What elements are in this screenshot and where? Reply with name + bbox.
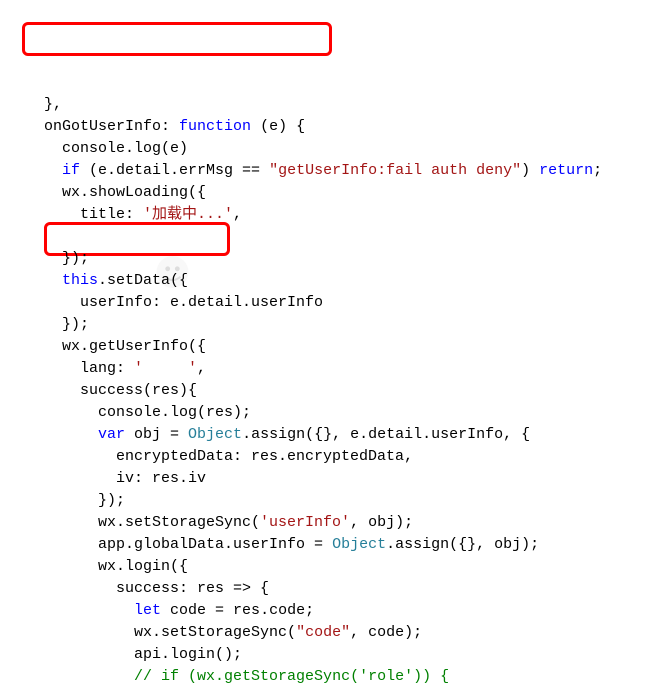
code-line: userInfo: e.detail.userInfo — [26, 292, 653, 314]
code-token: api.login(); — [134, 646, 242, 663]
code-token: wx.setStorageSync( — [98, 514, 260, 531]
code-line: // if (wx.getStorageSync('role')) { — [26, 666, 653, 688]
code-line: console.log(e) — [26, 138, 653, 160]
code-token: }); — [98, 492, 125, 509]
code-line: let code = res.code; — [26, 600, 653, 622]
code-editor: }, onGotUserInfo: function (e) { console… — [0, 0, 653, 688]
code-token: , — [197, 360, 206, 377]
code-token: Object — [188, 426, 242, 443]
code-token: (e) { — [251, 118, 305, 135]
code-token: userInfo: e.detail.userInfo — [80, 294, 323, 311]
code-line: title: '加载中...', — [26, 204, 653, 226]
code-token: .setData({ — [98, 272, 188, 289]
code-token: , code); — [350, 624, 422, 641]
code-line: wx.setStorageSync('userInfo', obj); — [26, 512, 653, 534]
code-line: }, — [26, 94, 653, 116]
code-token: '加载中...' — [143, 206, 233, 223]
code-token: .assign({}, obj); — [386, 536, 539, 553]
code-token: let — [134, 602, 161, 619]
highlight-box-1 — [22, 22, 332, 56]
code-token: encryptedData: res.encryptedData, — [116, 448, 413, 465]
code-token: return — [539, 162, 593, 179]
code-token: Object — [332, 536, 386, 553]
code-token: app.globalData.userInfo = — [98, 536, 332, 553]
code-token: console.log(e) — [62, 140, 188, 157]
code-line: iv: res.iv — [26, 468, 653, 490]
code-token: "code" — [296, 624, 350, 641]
code-line: }); — [26, 248, 653, 270]
code-line: this.setData({ — [26, 270, 653, 292]
code-line: onGotUserInfo: function (e) { — [26, 116, 653, 138]
code-token: var — [98, 426, 125, 443]
code-token: success(res){ — [80, 382, 197, 399]
code-token: , — [233, 206, 242, 223]
code-line: success(res){ — [26, 380, 653, 402]
code-line: lang: ' ', — [26, 358, 653, 380]
code-line — [26, 226, 653, 248]
code-line: wx.login({ — [26, 556, 653, 578]
code-line: api.login(); — [26, 644, 653, 666]
code-line: console.log(res); — [26, 402, 653, 424]
code-token: wx.getUserInfo({ — [62, 338, 206, 355]
code-token: }); — [62, 316, 89, 333]
code-token: console.log(res); — [98, 404, 251, 421]
code-token: }, — [44, 96, 62, 113]
code-token: ' ' — [134, 360, 197, 377]
code-line: wx.setStorageSync("code", code); — [26, 622, 653, 644]
code-token: (e.detail.errMsg == — [80, 162, 269, 179]
code-token: title: — [80, 206, 143, 223]
code-token: wx.login({ — [98, 558, 188, 575]
code-line: }); — [26, 314, 653, 336]
code-token: , obj); — [350, 514, 413, 531]
code-line: if (e.detail.errMsg == "getUserInfo:fail… — [26, 160, 653, 182]
code-token: if — [62, 162, 80, 179]
code-token: success: res => { — [116, 580, 269, 597]
code-token: code = res.code; — [161, 602, 314, 619]
code-token: "getUserInfo:fail auth deny" — [269, 162, 521, 179]
code-token: .assign({}, e.detail.userInfo, { — [242, 426, 530, 443]
code-token: iv: res.iv — [116, 470, 206, 487]
code-line: }); — [26, 490, 653, 512]
code-line: wx.getUserInfo({ — [26, 336, 653, 358]
code-line: app.globalData.userInfo = Object.assign(… — [26, 534, 653, 556]
code-token: function — [179, 118, 251, 135]
code-token: wx.setStorageSync( — [134, 624, 296, 641]
code-token: lang: — [80, 360, 134, 377]
code-line: wx.showLoading({ — [26, 182, 653, 204]
code-line: success: res => { — [26, 578, 653, 600]
code-line: encryptedData: res.encryptedData, — [26, 446, 653, 468]
code-token: onGotUserInfo: — [44, 118, 179, 135]
code-token: obj = — [125, 426, 188, 443]
code-token: ) — [521, 162, 539, 179]
code-token: }); — [62, 250, 89, 267]
code-line: var obj = Object.assign({}, e.detail.use… — [26, 424, 653, 446]
code-token: ; — [593, 162, 602, 179]
code-token: this — [62, 272, 98, 289]
code-token: // if (wx.getStorageSync('role')) { — [134, 668, 449, 685]
code-token: wx.showLoading({ — [62, 184, 206, 201]
code-token: 'userInfo' — [260, 514, 350, 531]
